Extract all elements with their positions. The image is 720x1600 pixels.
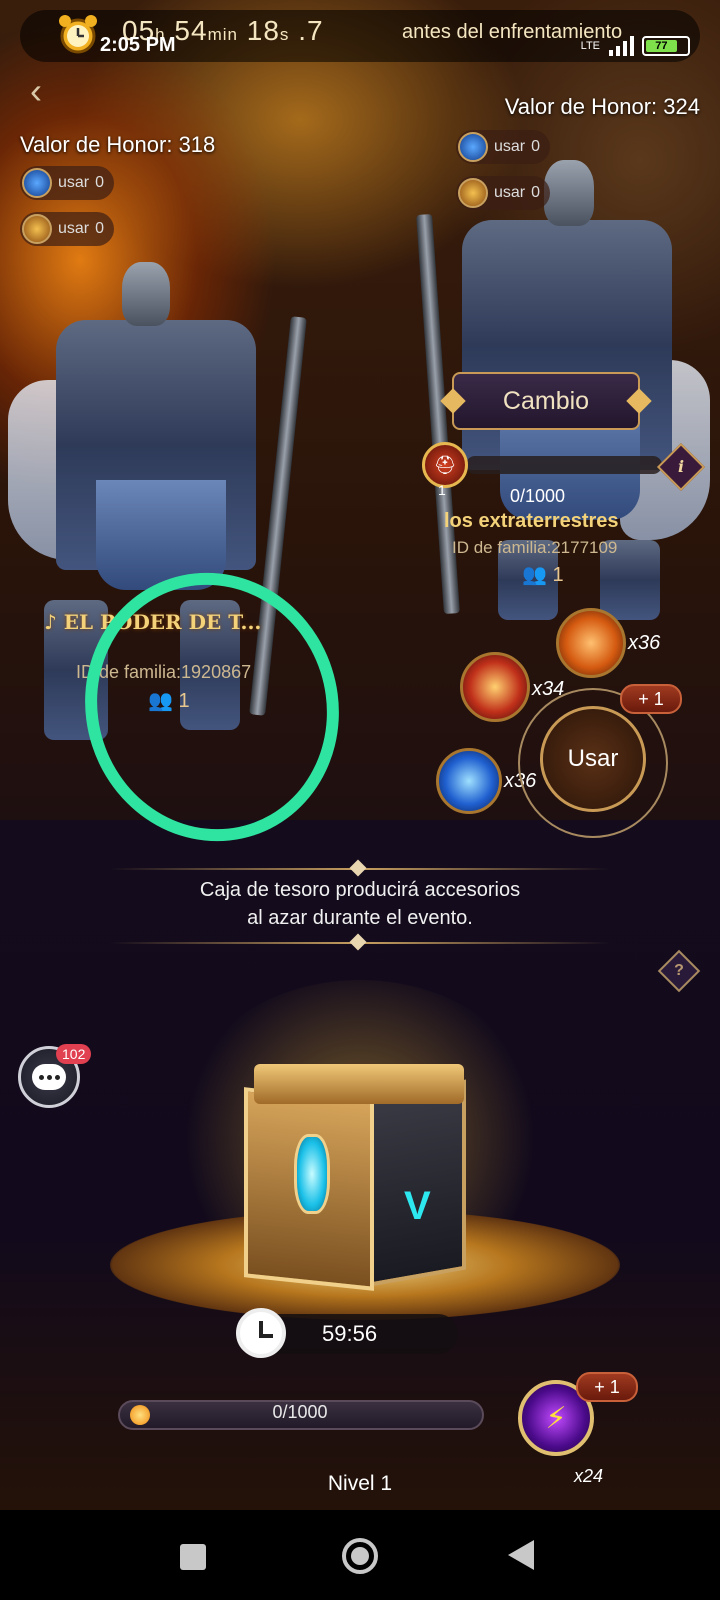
gem-icon bbox=[294, 1134, 330, 1214]
blue-orb-icon bbox=[22, 168, 52, 198]
back-nav-button[interactable] bbox=[508, 1540, 534, 1570]
right-use-chip-helmet[interactable]: usar 0 bbox=[456, 176, 551, 210]
right-use-chip-orb[interactable]: usar 0 bbox=[456, 130, 551, 164]
chip-count: 0 bbox=[95, 220, 105, 237]
music-note-icon: ♪ bbox=[44, 610, 57, 634]
right-family-name: los extraterrestres bbox=[444, 510, 619, 532]
home-button[interactable] bbox=[342, 1538, 378, 1574]
left-honor-value: Valor de Honor: 318 bbox=[20, 132, 216, 157]
alarm-clock-icon bbox=[59, 15, 97, 54]
alarm-icon bbox=[236, 1308, 286, 1358]
network-type: LTE bbox=[580, 40, 600, 52]
right-progress-text: 0/1000 bbox=[510, 486, 566, 506]
gold-helmet-icon bbox=[458, 178, 488, 208]
chip-label: usar bbox=[58, 220, 90, 237]
system-time: 2:05 PM bbox=[100, 34, 176, 56]
use-plus-badge[interactable]: + 1 bbox=[620, 684, 682, 714]
chest-description: Caja de tesoro producirá accesorios al a… bbox=[199, 879, 521, 929]
signal-icon bbox=[609, 36, 634, 56]
level-label: Nivel 1 bbox=[327, 1472, 393, 1495]
treasure-chest[interactable]: V bbox=[244, 1064, 468, 1291]
level-progress-text: 0/1000 bbox=[272, 1402, 328, 1422]
battery-icon: 77 bbox=[642, 36, 690, 56]
left-use-chip-helmet[interactable]: usar 0 bbox=[20, 212, 115, 246]
chat-unread-badge: 102 bbox=[56, 1044, 92, 1064]
battery-level: 77 bbox=[646, 40, 677, 52]
chip-label: usar bbox=[494, 184, 526, 201]
gold-helmet-icon bbox=[22, 214, 52, 244]
right-progress-bar bbox=[466, 456, 662, 474]
energy-count: x24 bbox=[574, 1466, 604, 1486]
back-button[interactable]: ‹ bbox=[30, 70, 42, 112]
chat-bubble-icon bbox=[32, 1064, 66, 1090]
change-button[interactable]: Cambio bbox=[452, 372, 640, 430]
right-members: 👥 1 bbox=[522, 564, 564, 586]
blue-orb-icon bbox=[458, 132, 488, 162]
chest-lid bbox=[254, 1064, 464, 1104]
energy-plus-badge[interactable]: + 1 bbox=[576, 1372, 638, 1402]
right-family-id: ID de familia:2177109 bbox=[452, 538, 618, 557]
chip-count: 0 bbox=[531, 184, 541, 201]
recents-button[interactable] bbox=[180, 1544, 206, 1570]
chip-count: 0 bbox=[95, 174, 105, 191]
chip-count: 0 bbox=[531, 138, 541, 155]
chest-timer: 59:56 bbox=[322, 1321, 378, 1346]
use-button[interactable]: Usar bbox=[540, 706, 646, 812]
shield-item-icon[interactable] bbox=[556, 608, 626, 678]
badge-level: 1 bbox=[438, 482, 446, 498]
members-icon: 👥 bbox=[522, 564, 547, 586]
right-honor-value: Valor de Honor: 324 bbox=[504, 94, 700, 119]
left-use-chip-orb[interactable]: usar 0 bbox=[20, 166, 115, 200]
orb-item-icon[interactable] bbox=[436, 748, 502, 814]
system-status-icons: LTE 77 bbox=[581, 36, 690, 56]
helmet-item-icon[interactable] bbox=[460, 652, 530, 722]
chip-label: usar bbox=[494, 138, 526, 155]
v-emblem-icon: V bbox=[404, 1184, 431, 1228]
chip-label: usar bbox=[58, 174, 90, 191]
chest-side bbox=[370, 1079, 466, 1287]
shield-count: x36 bbox=[628, 632, 661, 654]
